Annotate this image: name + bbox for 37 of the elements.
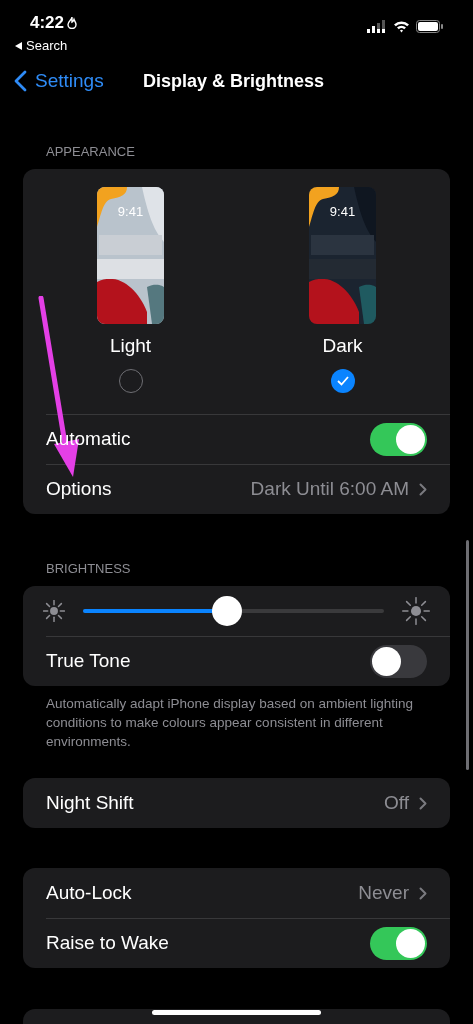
row-value: Off [384,790,409,815]
back-chevron-icon [14,70,27,93]
row-value: Dark Until 6:00 AM [250,477,409,502]
mode-label: Dark [322,334,363,358]
back-button[interactable]: Settings [14,67,104,96]
mode-label: Light [109,334,152,358]
back-triangle-icon [15,41,22,50]
slider-thumb[interactable] [212,596,243,626]
chevron-right-icon [419,886,427,900]
row-label: Night Shift [46,790,134,815]
high-brightness-icon [402,597,430,625]
chevron-right-icon [419,483,427,496]
preview-time: 9:41 [328,203,357,221]
row-label: Options [46,477,112,502]
row-label: True Tone [46,649,131,674]
section-header: APPEARANCE [46,144,135,159]
signal-icon [367,20,387,33]
toggle-switch[interactable] [370,927,427,960]
footer-note: Automatically adapt iPhone display based on ambient lighting conditions to make colours appear consistent in different environments. [45,695,414,751]
toggle-switch[interactable] [370,423,427,456]
brightness-slider[interactable] [83,596,384,626]
low-brightness-icon [43,600,65,622]
toggle-switch[interactable] [370,645,427,678]
status-time: 4:22 [30,12,65,34]
page-title: Display & Brightness [143,70,325,93]
checkmark-icon [336,376,349,386]
radio-button[interactable] [330,369,355,393]
wifi-icon [393,20,410,33]
back-to-app-link[interactable]: Search [26,36,68,56]
preview-time: 9:41 [116,203,145,221]
row-label: Auto-Lock [46,880,132,905]
battery-icon [416,20,443,33]
section-header: BRIGHTNESS [46,561,131,576]
row-label: Raise to Wake [46,931,169,956]
chevron-right-icon [419,796,427,810]
flame-icon [67,16,78,30]
row-value: Never [358,880,409,905]
